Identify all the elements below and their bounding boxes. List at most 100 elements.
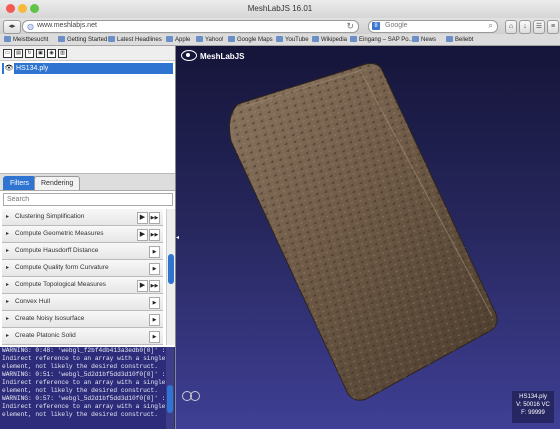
list-item[interactable]: ▸ Compute Quality form Curvature ▶ (2, 260, 163, 277)
chevron-right-icon: ▸ (6, 282, 10, 288)
browser-titlebar: MeshLabJS 16.01 (0, 0, 560, 19)
filter-label: Compute Geometric Measures (15, 230, 104, 237)
open-folder-icon[interactable]: ▭ (3, 49, 12, 58)
folder-icon (312, 36, 319, 42)
menu-button[interactable]: ≡ (547, 20, 559, 34)
log-line: Indirect reference to an array with a si… (2, 379, 166, 386)
url-text: www.meshlabjs.net (37, 22, 97, 29)
bookmarks-bar: Meistbesucht Getting Started Latest Head… (0, 34, 560, 46)
layer-toolbar: ▭ ▤ ↻ ▣ ◉ ▥ (0, 46, 175, 61)
bookmark-item[interactable]: Getting Started (58, 36, 107, 43)
log-line: WARNING: 0:48: 'webgl_f2bf4db413a3edb0[0… (2, 347, 166, 354)
folder-icon (446, 36, 453, 42)
play-icon[interactable]: ▶ (137, 280, 148, 292)
save-icon[interactable]: ▣ (36, 49, 45, 58)
meshlabjs-logo: MeshLabJS (181, 50, 244, 61)
list-item[interactable]: ▸ Compute Hausdorff Distance ▶ (2, 243, 163, 260)
3d-viewport[interactable]: MeshLabJS ◂ HS134.ply V: 50016 VC F: 999… (176, 46, 560, 429)
play-icon[interactable]: ▶ (149, 263, 160, 275)
bookmark-item[interactable]: Wikipedia (312, 36, 347, 43)
eye-icon[interactable]: 👁 (4, 63, 14, 74)
batch-icon[interactable]: ▶▶ (149, 212, 160, 224)
layer-list: 👁 HS134.ply (0, 61, 175, 166)
panel-collapse-handle[interactable]: ◂ (176, 234, 179, 241)
google-icon: 8 (372, 22, 380, 30)
log-line: WARNING: 0:57: 'webgl_5d2d1bf5dd3d10f0[0… (2, 395, 166, 402)
list-item[interactable]: ▸ Compute Geometric Measures ▶ ▶▶ (2, 226, 163, 243)
filter-search-field[interactable] (3, 193, 173, 206)
list-item[interactable]: ▸ Create Platonic Solid ▶ (2, 328, 163, 345)
play-icon[interactable]: ▶ (149, 314, 160, 326)
open-file-icon[interactable]: ▤ (14, 49, 23, 58)
chevron-right-icon: ▸ (6, 299, 10, 305)
log-line: Indirect reference to an array with a si… (2, 355, 166, 362)
list-item[interactable]: ▸ Create Noisy Isosurface ▶ (2, 311, 163, 328)
address-bar[interactable]: ◍ www.meshlabjs.net ↻ (22, 20, 359, 33)
folder-icon (412, 36, 419, 42)
left-panel: ▭ ▤ ↻ ▣ ◉ ▥ 👁 HS134.ply Filters Renderin… (0, 46, 176, 429)
tab-filters[interactable]: Filters (3, 176, 37, 190)
search-icon[interactable]: ⌕ (489, 21, 493, 31)
clay-tablet-mesh (229, 63, 498, 401)
delete-icon[interactable]: ▥ (58, 49, 67, 58)
filter-label: Compute Hausdorff Distance (15, 247, 99, 254)
bookmark-item[interactable]: Yahoo! (196, 36, 224, 43)
downloads-button[interactable]: ↓ (519, 20, 531, 34)
globe-icon: ◍ (27, 22, 34, 31)
chevron-right-icon: ▸ (6, 214, 10, 220)
bookmark-item[interactable]: Meistbesucht (4, 36, 48, 43)
chevron-right-icon: ▸ (6, 265, 10, 271)
mesh-info-box: HS134.ply V: 50016 VC F: 99999 (512, 391, 554, 423)
folder-icon (228, 36, 235, 42)
list-item[interactable]: ▸ Compute Topological Measures ▶ ▶▶ (2, 277, 163, 294)
play-icon[interactable]: ▶ (149, 331, 160, 343)
console-scrollbar[interactable] (166, 347, 174, 429)
play-icon[interactable]: ▶ (149, 297, 160, 309)
tab-rendering[interactable]: Rendering (34, 176, 81, 190)
search-bar[interactable]: 8 Google ⌕ (368, 20, 498, 33)
reload-icon[interactable]: ↻ (25, 49, 34, 58)
chevron-right-icon: ▸ (6, 231, 10, 237)
batch-icon[interactable]: ▶▶ (149, 280, 160, 292)
reload-icon[interactable]: ↻ (346, 21, 354, 32)
play-icon[interactable]: ▶ (137, 212, 148, 224)
log-line: WARNING: 0:51: 'webgl_5d2d1bf5dd3d10f0[0… (2, 371, 166, 378)
bookmark-menu-button[interactable]: ☰ (533, 20, 545, 34)
filter-search-input[interactable] (4, 194, 170, 204)
bookmark-item[interactable]: News (412, 36, 436, 43)
filter-label: Compute Topological Measures (15, 281, 106, 288)
back-forward-button[interactable]: ◂▸ (3, 20, 21, 34)
bookmark-item[interactable]: Apple (166, 36, 190, 43)
folder-icon (166, 36, 173, 42)
play-icon[interactable]: ▶ (149, 246, 160, 258)
batch-icon[interactable]: ▶▶ (149, 229, 160, 241)
folder-icon (276, 36, 283, 42)
scrollbar-thumb[interactable] (167, 385, 173, 413)
trackball-icon (190, 391, 200, 401)
filter-label: Clustering Simplification (15, 213, 85, 220)
scrollbar-thumb[interactable] (168, 254, 174, 284)
log-line: element, not likely the desired construc… (2, 363, 158, 370)
home-button[interactable]: ⌂ (505, 20, 517, 34)
list-item[interactable]: ▸ Convex Hull ▶ (2, 294, 163, 311)
filter-label: Convex Hull (15, 298, 51, 305)
search-placeholder: Google (385, 22, 408, 29)
eye-logo-icon (181, 50, 197, 61)
list-item[interactable]: ▸ Clustering Simplification ▶ ▶▶ (2, 209, 163, 226)
bookmark-item[interactable]: Beliebt (446, 36, 473, 43)
play-icon[interactable]: ▶ (137, 229, 148, 241)
bookmark-item[interactable]: Latest Headlines (108, 36, 162, 43)
layer-row[interactable]: 👁 HS134.ply (2, 63, 173, 74)
folder-icon (108, 36, 115, 42)
log-line: element, not likely the desired construc… (2, 387, 158, 394)
bookmark-item[interactable]: YouTube (276, 36, 309, 43)
filter-label: Create Platonic Solid (15, 332, 76, 339)
log-line: element, not likely the desired construc… (2, 411, 158, 418)
bookmark-item[interactable]: Eingang – SAP Po... (350, 36, 414, 43)
window-title: MeshLabJS 16.01 (247, 4, 313, 13)
bookmark-item[interactable]: Google Maps (228, 36, 273, 43)
filter-scrollbar[interactable] (166, 209, 175, 345)
layer-name: HS134.ply (16, 65, 49, 72)
vertex-count: V: 50016 VC (516, 402, 550, 408)
snapshot-icon[interactable]: ◉ (47, 49, 56, 58)
